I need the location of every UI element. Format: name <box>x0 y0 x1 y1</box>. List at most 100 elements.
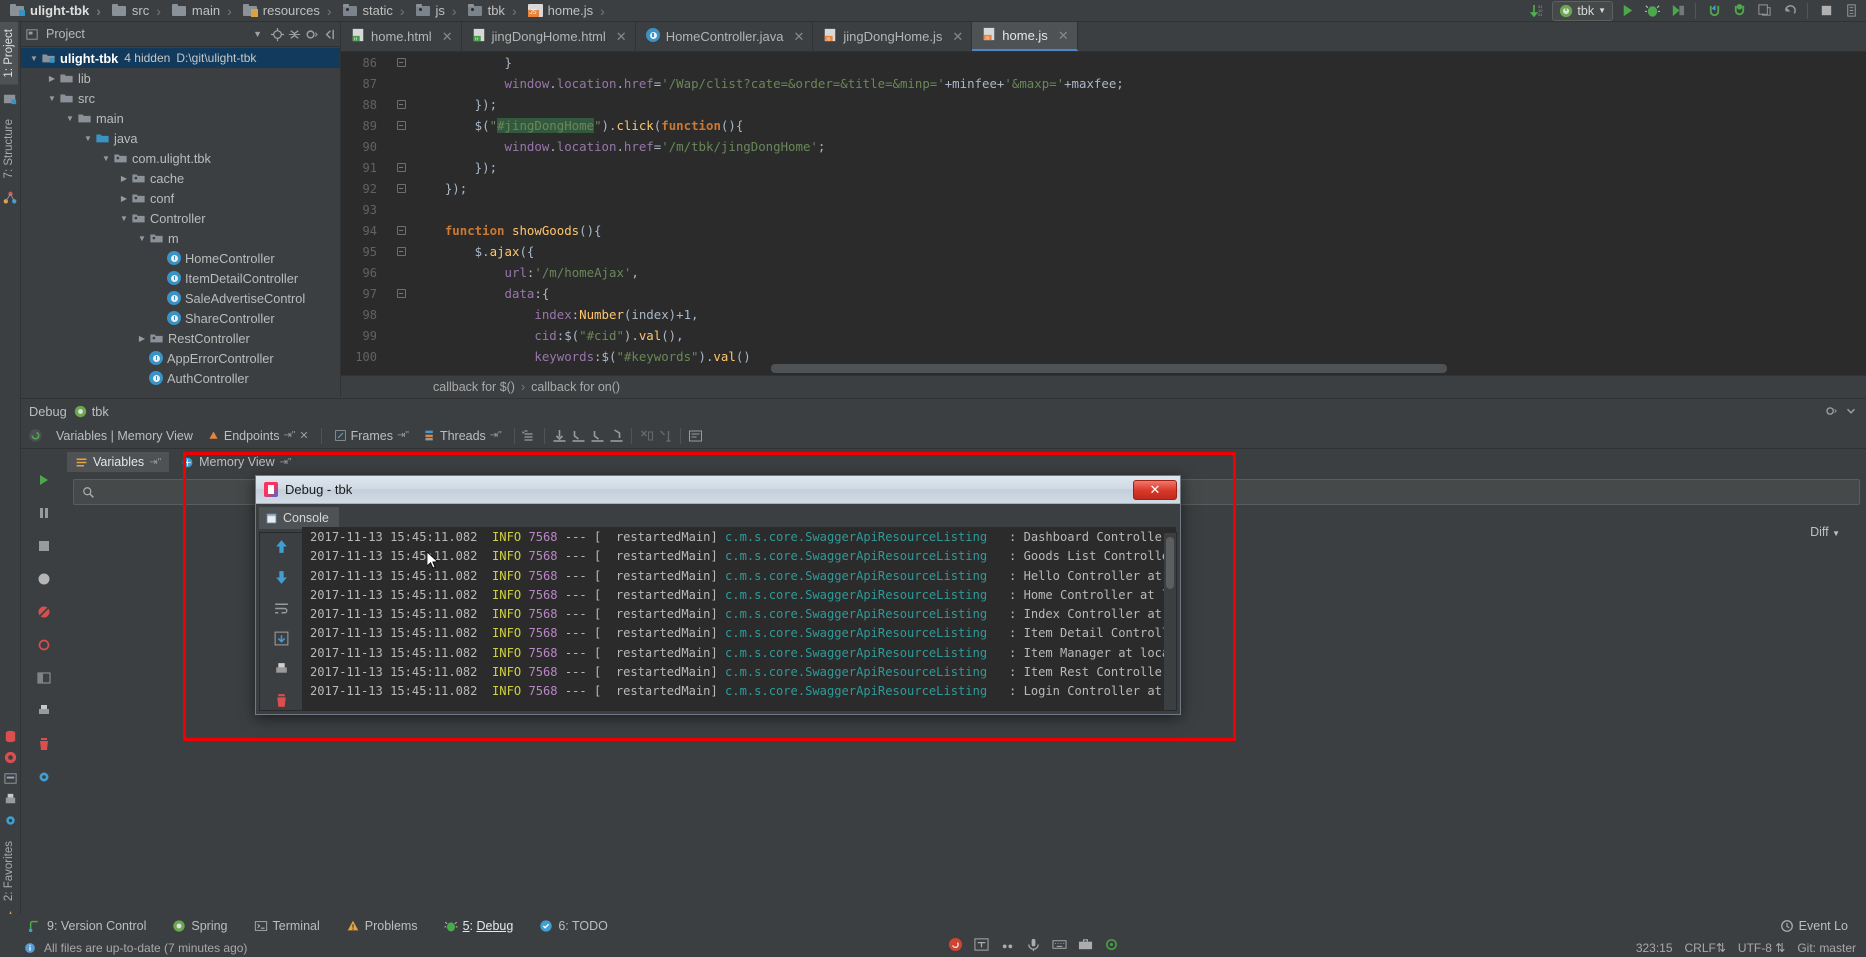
tree-node-authcontroller[interactable]: AuthController <box>21 368 340 388</box>
status-button-problems[interactable]: Problems <box>342 918 422 934</box>
stop-program-icon[interactable] <box>32 534 56 558</box>
locate-target-icon[interactable] <box>270 27 285 42</box>
editor-tab-home-js[interactable]: JShome.js✕ <box>972 22 1077 51</box>
close-icon[interactable]: ✕ <box>1058 28 1069 44</box>
debug-restart-icon[interactable] <box>27 427 44 444</box>
sub-tab-memory-view[interactable]: Memory View ⇥" <box>173 452 299 472</box>
fold-region-icon[interactable]: − <box>397 247 406 256</box>
editor-tab-jingdonghome-js[interactable]: JSjingDongHome.js✕ <box>813 22 972 51</box>
tab-console[interactable]: Console <box>259 507 339 529</box>
settings-icon[interactable] <box>32 633 56 657</box>
code-line[interactable]: 98 index:Number(index)+1, <box>341 304 1866 325</box>
tree-node-src[interactable]: ▼src <box>21 88 340 108</box>
code-line[interactable]: 87 window.location.href='/Wap/clist?cate… <box>341 73 1866 94</box>
code-line[interactable]: 99 cid:$("#cid").val(), <box>341 325 1866 346</box>
database-icon[interactable] <box>3 729 18 744</box>
fold-collapse-icon[interactable]: − <box>397 100 406 109</box>
maven-icon[interactable] <box>3 750 18 765</box>
code-gutter[interactable]: − <box>387 162 415 173</box>
sub-tab-variables[interactable]: Variables ⇥" <box>67 452 169 472</box>
code-line[interactable]: 89− $("#jingDongHome").click(function(){ <box>341 115 1866 136</box>
code-gutter[interactable]: − <box>387 99 415 110</box>
code-line[interactable]: 86− } <box>341 52 1866 73</box>
breadcrumb-home-js[interactable]: JS home.js › <box>524 0 612 22</box>
code-line[interactable]: 90 window.location.href='/m/tbk/jingDong… <box>341 136 1866 157</box>
code-line[interactable]: 91− }); <box>341 157 1866 178</box>
code-line[interactable]: 96 url:'/m/homeAjax', <box>341 262 1866 283</box>
print-icon[interactable] <box>269 660 293 680</box>
print-icon[interactable] <box>32 699 56 723</box>
settings-gear-icon[interactable] <box>32 765 56 789</box>
tab-threads[interactable]: Threads ⇥" <box>417 427 508 445</box>
show-execution-point-icon[interactable] <box>521 428 538 444</box>
tree-node-ulight-tbk[interactable]: ▼ulight-tbk4 hiddenD:\git\ulight-tbk <box>21 48 340 68</box>
chevron-down-icon[interactable]: ▼ <box>81 134 95 143</box>
hide-panel-icon[interactable] <box>1844 404 1858 418</box>
sogou-input-icon[interactable] <box>948 937 963 952</box>
tree-node-controller[interactable]: ▼Controller <box>21 208 340 228</box>
ime-mode-icon[interactable] <box>974 937 989 952</box>
status-button-spring[interactable]: Spring <box>168 918 231 934</box>
attach-debugger-icon[interactable] <box>1703 1 1725 21</box>
collapse-all-icon[interactable] <box>287 27 302 42</box>
tree-node-cache[interactable]: ▶cache <box>21 168 340 188</box>
tab-endpoints[interactable]: Endpoints ⇥" ✕ <box>201 427 315 445</box>
run-to-cursor-icon[interactable] <box>657 428 674 444</box>
chevron-down-icon[interactable]: ▼ <box>63 114 77 123</box>
code-line[interactable]: 88− }); <box>341 94 1866 115</box>
settings-tray-icon[interactable] <box>1104 937 1119 952</box>
chevron-right-icon[interactable]: ▶ <box>45 74 59 83</box>
print-icon[interactable] <box>3 792 18 807</box>
pin-icon[interactable]: ⇥" <box>149 457 161 468</box>
run-configuration-selector[interactable]: tbk ▼ <box>1552 1 1613 21</box>
pin-icon[interactable]: ⇥" <box>490 430 502 441</box>
breadcrumb-static[interactable]: static › <box>339 0 412 22</box>
breadcrumb-main[interactable]: main › <box>168 0 239 22</box>
settings-gear-icon[interactable] <box>3 813 18 828</box>
breadcrumb-callback-on[interactable]: callback for on() <box>531 380 620 394</box>
git-branch[interactable]: Git: master <box>1797 941 1856 955</box>
soft-wrap-icon[interactable] <box>269 598 293 618</box>
chevron-down-icon[interactable]: ▼ <box>117 214 131 223</box>
update-icon[interactable] <box>1728 1 1750 21</box>
gear-icon[interactable] <box>1824 404 1838 418</box>
sidebar-tab-project[interactable]: 1: Project <box>0 22 18 85</box>
event-log-button[interactable]: Event Lo <box>1776 918 1852 934</box>
delete-icon[interactable] <box>32 732 56 756</box>
code-line[interactable]: 97− data:{ <box>341 283 1866 304</box>
run-icon[interactable] <box>1616 1 1638 21</box>
editor-tab-home-html[interactable]: Hhome.html✕ <box>341 22 462 51</box>
status-button-debug[interactable]: 5: Debug <box>440 918 518 934</box>
compile-icon[interactable]: 011001 <box>1527 1 1549 21</box>
scrollbar-thumb[interactable] <box>771 364 1447 373</box>
tree-node-m[interactable]: ▼m <box>21 228 340 248</box>
fold-region-icon[interactable]: − <box>397 226 406 235</box>
tree-node-java[interactable]: ▼java <box>21 128 340 148</box>
code-line[interactable]: 93 <box>341 199 1866 220</box>
fold-collapse-icon[interactable]: − <box>397 58 406 67</box>
layout-icon[interactable] <box>32 666 56 690</box>
file-encoding[interactable]: UTF-8 ⇅ <box>1738 941 1785 955</box>
tree-node-saleadvertisecontrol[interactable]: SaleAdvertiseControl <box>21 288 340 308</box>
tree-node-com-ulight-tbk[interactable]: ▼com.ulight.tbk <box>21 148 340 168</box>
scroll-down-icon[interactable] <box>269 568 293 588</box>
structure-diagram-icon[interactable] <box>3 191 18 206</box>
code-editor[interactable]: 86− }87 window.location.href='/Wap/clist… <box>341 52 1866 375</box>
chevron-right-icon[interactable]: ▶ <box>135 334 149 343</box>
editor-tab-homecontroller-java[interactable]: HomeController.java✕ <box>636 22 814 51</box>
sidebar-tab-favorites[interactable]: 2: Favorites <box>0 834 18 908</box>
more-icon[interactable] <box>1840 1 1862 21</box>
diff-button[interactable]: Diff ▼ <box>1810 525 1840 539</box>
breadcrumb-ulight-tbk[interactable]: ulight-tbk › <box>6 0 108 22</box>
tree-node-main[interactable]: ▼main <box>21 108 340 128</box>
pin-icon[interactable]: ⇥" <box>283 430 295 441</box>
breadcrumb-src[interactable]: src › <box>108 0 168 22</box>
export-icon[interactable] <box>269 629 293 649</box>
debug-icon[interactable] <box>1641 1 1663 21</box>
pause-program-icon[interactable] <box>32 501 56 525</box>
code-gutter[interactable]: − <box>387 183 415 194</box>
voice-input-icon[interactable] <box>1026 937 1041 952</box>
chevron-right-icon[interactable]: ▶ <box>117 174 131 183</box>
close-icon[interactable]: ✕ <box>299 429 308 442</box>
step-over-icon[interactable] <box>551 428 568 444</box>
